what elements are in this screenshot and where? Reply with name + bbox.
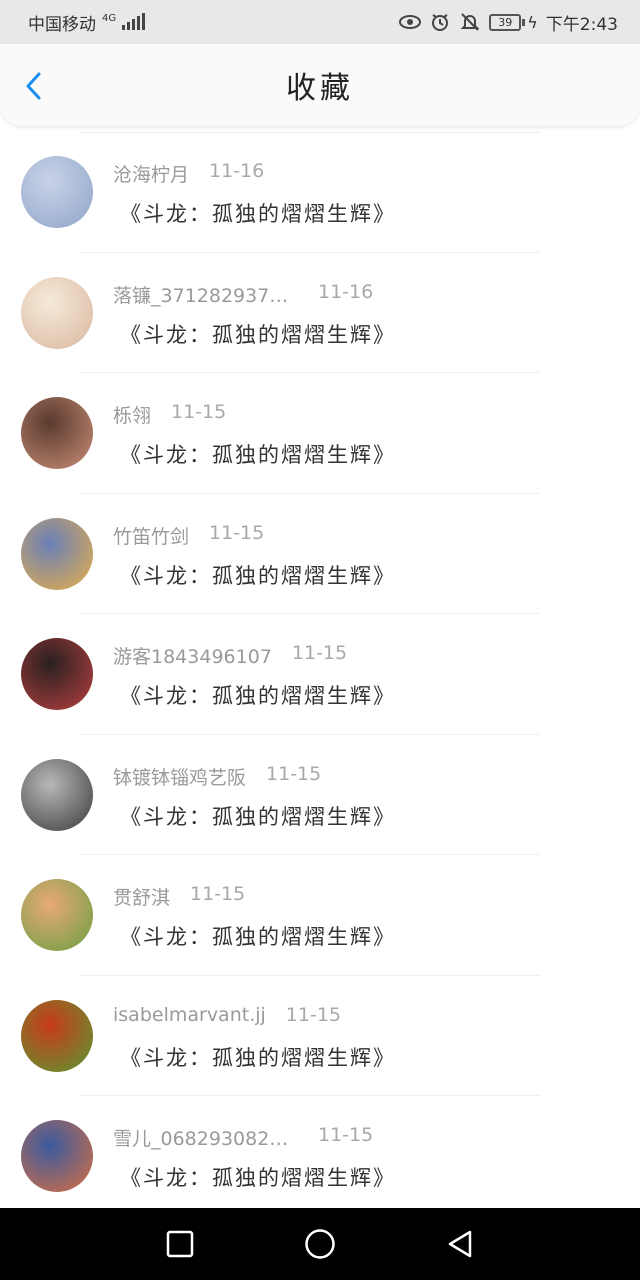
book-title: 《斗龙：孤独的熠熠生辉》 (120, 1045, 396, 1070)
date: 11-15 (171, 401, 227, 423)
battery-icon: 39 ϟ (489, 13, 538, 32)
book-title: 《斗龙：孤独的熠熠生辉》 (120, 322, 396, 347)
date: 11-16 (209, 160, 265, 182)
eye-icon (399, 11, 422, 33)
back-button[interactable] (18, 70, 50, 102)
item-meta: 游客1843496107 11-15 (113, 642, 347, 669)
triangle-back-icon (448, 1230, 472, 1258)
username: 钵镀钵锱鸡艺阪 (113, 766, 247, 789)
avatar[interactable] (21, 1120, 93, 1192)
username: 游客1843496107 (113, 646, 272, 668)
date: 11-15 (285, 1003, 342, 1026)
system-nav-bar (0, 1208, 640, 1280)
date: 11-16 (318, 280, 374, 303)
item-meta: isabelmarvant.jj 11-15 (113, 1004, 341, 1026)
book-title: 《斗龙：孤独的熠熠生辉》 (120, 202, 396, 226)
list-item[interactable]: 雪儿_0682930820… 11-15 《斗龙：孤独的熠熠生辉》 (0, 1096, 640, 1217)
list-item[interactable]: 竹笛竹剑 11-15 《斗龙：孤独的熠熠生辉》 (0, 494, 640, 615)
avatar[interactable] (21, 999, 93, 1072)
page-title: 收藏 (286, 71, 354, 106)
carrier-label: 中国移动 (28, 14, 96, 35)
square-icon (166, 1230, 194, 1258)
favorites-list: 沧海柠月 11-16 《斗龙：孤独的熠熠生辉》 落镰_3712829376… 11-16… (0, 132, 640, 1217)
username: 沧海柠月 (113, 164, 190, 186)
status-bar: 中国移动 4G 39 ϟ 下午2:43 (0, 0, 640, 44)
username: 贯舒淇 (113, 887, 171, 909)
battery-level: 39 (489, 13, 522, 31)
date: 11-15 (266, 762, 322, 785)
avatar[interactable] (21, 397, 93, 469)
item-meta: 雪儿_0682930820… 11-15 (113, 1124, 373, 1151)
avatar[interactable] (21, 517, 93, 590)
list-item[interactable]: 游客1843496107 11-15 《斗龙：孤独的熠熠生辉》 (0, 614, 640, 735)
item-meta: 贯舒淇 11-15 (113, 883, 245, 910)
network-type: 4G (102, 13, 117, 24)
clock: 下午2:43 (545, 14, 618, 35)
date: 11-15 (318, 1124, 374, 1146)
signal-icon (122, 13, 146, 30)
username: 竹笛竹剑 (113, 525, 190, 548)
circle-icon (305, 1229, 335, 1259)
alarm-icon (429, 11, 451, 33)
book-title: 《斗龙：孤独的熠熠生辉》 (120, 1166, 396, 1190)
date: 11-15 (190, 883, 246, 905)
charging-icon: ϟ (527, 12, 538, 32)
item-meta: 沧海柠月 11-16 (113, 160, 264, 187)
chevron-left-icon (26, 72, 41, 100)
item-meta: 竹笛竹剑 11-15 (113, 522, 264, 549)
avatar[interactable] (21, 156, 93, 228)
status-left: 中国移动 4G (28, 10, 146, 35)
book-title: 《斗龙：孤独的熠熠生辉》 (120, 684, 396, 708)
book-title: 《斗龙：孤独的熠熠生辉》 (120, 563, 396, 588)
header: 收藏 (0, 44, 640, 126)
avatar[interactable] (21, 276, 93, 349)
list-item[interactable]: isabelmarvant.jj 11-15 《斗龙：孤独的熠熠生辉》 (0, 976, 640, 1097)
item-meta: 栎翎 11-15 (113, 401, 226, 428)
date: 11-15 (291, 642, 348, 664)
recents-button[interactable] (160, 1224, 200, 1264)
list-item[interactable]: 沧海柠月 11-16 《斗龙：孤独的熠熠生辉》 (0, 132, 640, 253)
list-item[interactable]: 钵镀钵锱鸡艺阪 11-15 《斗龙：孤独的熠熠生辉》 (0, 735, 640, 856)
avatar[interactable] (21, 638, 93, 710)
status-right: 39 ϟ 下午2:43 (399, 10, 618, 35)
book-title: 《斗龙：孤独的熠熠生辉》 (120, 443, 396, 467)
list-item[interactable]: 贯舒淇 11-15 《斗龙：孤独的熠熠生辉》 (0, 855, 640, 976)
list-item[interactable]: 栎翎 11-15 《斗龙：孤独的熠熠生辉》 (0, 373, 640, 494)
item-meta: 钵镀钵锱鸡艺阪 11-15 (113, 763, 321, 790)
username: 落镰_3712829376… (113, 284, 298, 307)
avatar[interactable] (21, 758, 93, 831)
book-title: 《斗龙：孤独的熠熠生辉》 (120, 925, 396, 949)
avatar[interactable] (21, 879, 93, 951)
item-meta: 落镰_3712829376… 11-16 (113, 281, 373, 308)
book-title: 《斗龙：孤独的熠熠生辉》 (120, 804, 396, 829)
nav-back-button[interactable] (440, 1224, 480, 1264)
username: isabelmarvant.jj (113, 1003, 266, 1026)
date: 11-15 (209, 521, 265, 544)
home-button[interactable] (300, 1224, 340, 1264)
mute-bell-icon (459, 11, 481, 33)
username: 雪儿_0682930820… (113, 1128, 298, 1150)
list-item[interactable]: 落镰_3712829376… 11-16 《斗龙：孤独的熠熠生辉》 (0, 253, 640, 374)
username: 栎翎 (113, 405, 152, 427)
